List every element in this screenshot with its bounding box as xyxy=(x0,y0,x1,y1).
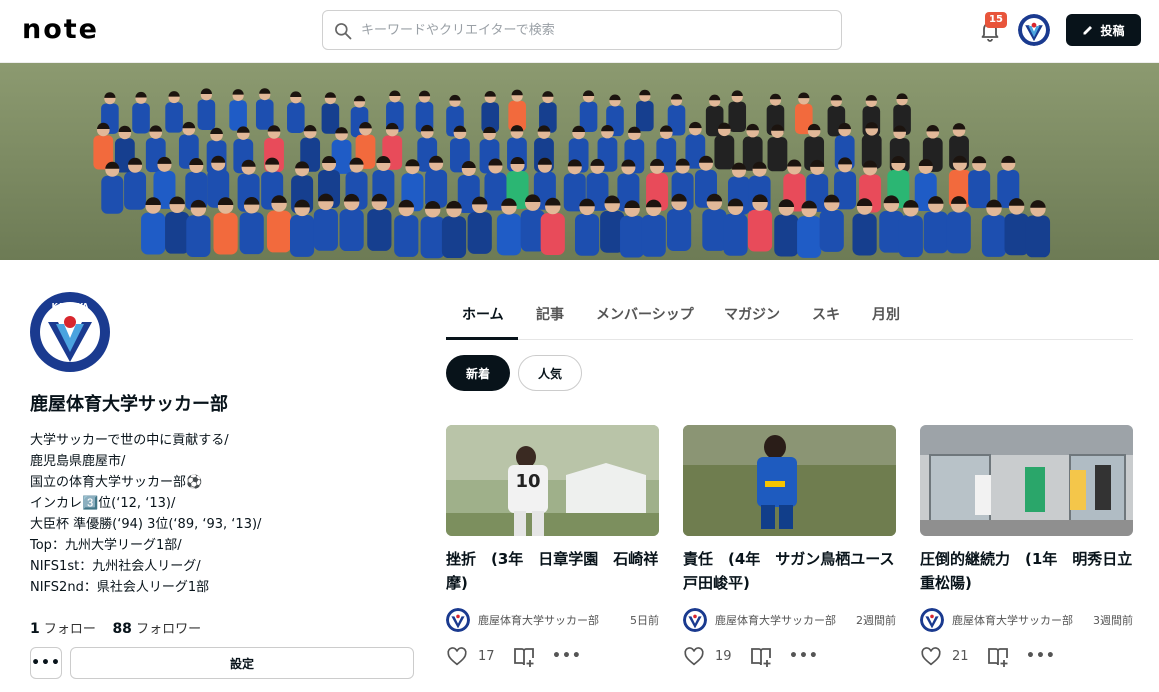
thumbnail-image xyxy=(920,425,1133,536)
bio-line: インカレ3️⃣位(‘12, ‘13)/ xyxy=(30,496,176,511)
bio-line: 国立の体育大学サッカー部⚽ xyxy=(30,475,203,490)
article-meta: 鹿屋体育大学サッカー部 2週間前 xyxy=(683,608,896,632)
follow-count: 1 xyxy=(30,621,40,637)
settings-button[interactable]: 設定 xyxy=(70,647,414,679)
profile-tabs: ホーム 記事 メンバーシップ マガジン スキ 月別 xyxy=(446,296,1133,340)
kanoya-emblem-icon xyxy=(683,608,707,632)
search-icon xyxy=(335,23,352,40)
author-avatar[interactable] xyxy=(446,608,470,632)
filter-popular[interactable]: 人気 xyxy=(518,355,582,391)
profile-bio: 大学サッカーで世の中に貢献する/ 鹿児島県鹿屋市/ 国立の体育大学サッカー部⚽ … xyxy=(30,430,410,598)
thumbnail-image xyxy=(683,425,896,536)
author-name[interactable]: 鹿屋体育大学サッカー部 xyxy=(478,612,603,628)
article-actions: 21 ••• xyxy=(920,646,1133,668)
tab-monthly[interactable]: 月別 xyxy=(872,304,900,324)
heart-icon[interactable] xyxy=(683,646,705,668)
article-thumbnail[interactable]: 10 xyxy=(446,425,659,536)
article-title[interactable]: 圧倒的継続力 (1年 明秀日立 重松陽) xyxy=(920,547,1147,595)
tab-membership[interactable]: メンバーシップ xyxy=(596,304,694,324)
follower-count: 88 xyxy=(112,621,132,637)
tab-home[interactable]: ホーム xyxy=(462,304,504,324)
bio-line: 大学サッカーで世の中に貢献する/ xyxy=(30,433,229,448)
article-card[interactable]: 責任 (4年 サガン鳥栖ユース 戸田峻平) 鹿屋体育大学サッカー部 2週間前 1… xyxy=(683,425,910,685)
more-options-button[interactable]: ••• xyxy=(30,647,62,679)
note-logo[interactable]: note xyxy=(22,14,99,45)
notification-badge: 15 xyxy=(985,12,1007,28)
like-count: 21 xyxy=(952,649,969,664)
bio-line: Top：九州大学リーグ1部/ xyxy=(30,538,182,553)
svg-text:10: 10 xyxy=(515,471,540,492)
bio-line: NIFS2nd：県社会人リーグ1部 xyxy=(30,580,210,595)
more-dots-icon: ••• xyxy=(31,655,61,671)
more-icon[interactable]: ••• xyxy=(789,646,818,668)
add-to-magazine-icon[interactable] xyxy=(749,646,773,668)
profile-avatar[interactable]: KANOYA xyxy=(30,292,110,372)
profile-name: 鹿屋体育大学サッカー部 xyxy=(30,394,228,415)
bio-line: NIFS1st：九州社会人リーグ/ xyxy=(30,559,201,574)
more-icon[interactable]: ••• xyxy=(1026,646,1055,668)
article-title[interactable]: 挫折 (3年 日章学園 石崎祥摩) xyxy=(446,547,659,595)
post-button-label: 投稿 xyxy=(1100,23,1125,38)
author-name[interactable]: 鹿屋体育大学サッカー部 xyxy=(952,612,1077,628)
kanoya-emblem-icon xyxy=(1018,14,1050,46)
article-meta: 鹿屋体育大学サッカー部 5日前 xyxy=(446,608,659,632)
follower-label: フォロワー xyxy=(136,622,202,637)
like-count: 19 xyxy=(715,649,732,664)
follow-stats: 1 フォロー 88 フォロワー xyxy=(30,618,201,637)
tab-magazine[interactable]: マガジン xyxy=(724,304,780,324)
top-header: note 15 投稿 xyxy=(0,0,1159,63)
add-to-magazine-icon[interactable] xyxy=(512,646,536,668)
post-time: 5日前 xyxy=(630,614,659,627)
follower-link[interactable]: 88 フォロワー xyxy=(112,621,202,637)
tab-articles[interactable]: 記事 xyxy=(536,304,564,324)
emblem-text: KANOYA xyxy=(52,302,90,311)
article-card[interactable]: 10 挫折 (3年 日章学園 石崎祥摩) 鹿屋体育大学サッカー部 5日前 17 … xyxy=(446,425,659,685)
pencil-icon xyxy=(1083,26,1093,35)
add-to-magazine-icon[interactable] xyxy=(986,646,1010,668)
author-avatar[interactable] xyxy=(920,608,944,632)
tab-likes[interactable]: スキ xyxy=(812,304,840,324)
search-input[interactable] xyxy=(361,11,831,49)
bio-line: 大臣杯 準優勝(‘94) 3位(‘89, ‘93, ‘13)/ xyxy=(30,517,262,532)
post-time: 3週間前 xyxy=(1093,614,1133,627)
article-actions: 17 ••• xyxy=(446,646,659,668)
search-box[interactable] xyxy=(322,10,842,50)
post-time: 2週間前 xyxy=(856,614,896,627)
heart-icon[interactable] xyxy=(920,646,942,668)
follow-link[interactable]: 1 フォロー xyxy=(30,621,96,637)
thumbnail-image: 10 xyxy=(446,425,659,536)
team-photo xyxy=(0,63,1159,260)
post-button[interactable]: 投稿 xyxy=(1066,14,1141,46)
filter-new[interactable]: 新着 xyxy=(446,355,510,391)
article-thumbnail[interactable] xyxy=(683,425,896,536)
article-meta: 鹿屋体育大学サッカー部 3週間前 xyxy=(920,608,1133,632)
kanoya-emblem-icon xyxy=(920,608,944,632)
article-thumbnail[interactable] xyxy=(920,425,1133,536)
heart-icon[interactable] xyxy=(446,646,468,668)
like-count: 17 xyxy=(478,649,495,664)
article-title[interactable]: 責任 (4年 サガン鳥栖ユース 戸田峻平) xyxy=(683,547,910,595)
active-tab-indicator xyxy=(446,337,518,340)
author-avatar[interactable] xyxy=(683,608,707,632)
kanoya-emblem-icon: KANOYA xyxy=(30,292,110,372)
author-name[interactable]: 鹿屋体育大学サッカー部 xyxy=(715,612,840,628)
user-avatar[interactable] xyxy=(1018,14,1050,46)
kanoya-emblem-icon xyxy=(446,608,470,632)
article-card[interactable]: 圧倒的継続力 (1年 明秀日立 重松陽) 鹿屋体育大学サッカー部 3週間前 21… xyxy=(920,425,1147,685)
bio-line: 鹿児島県鹿屋市/ xyxy=(30,454,126,469)
more-icon[interactable]: ••• xyxy=(552,646,581,668)
article-actions: 19 ••• xyxy=(683,646,896,668)
cover-photo xyxy=(0,63,1159,260)
follow-label: フォロー xyxy=(43,622,96,637)
